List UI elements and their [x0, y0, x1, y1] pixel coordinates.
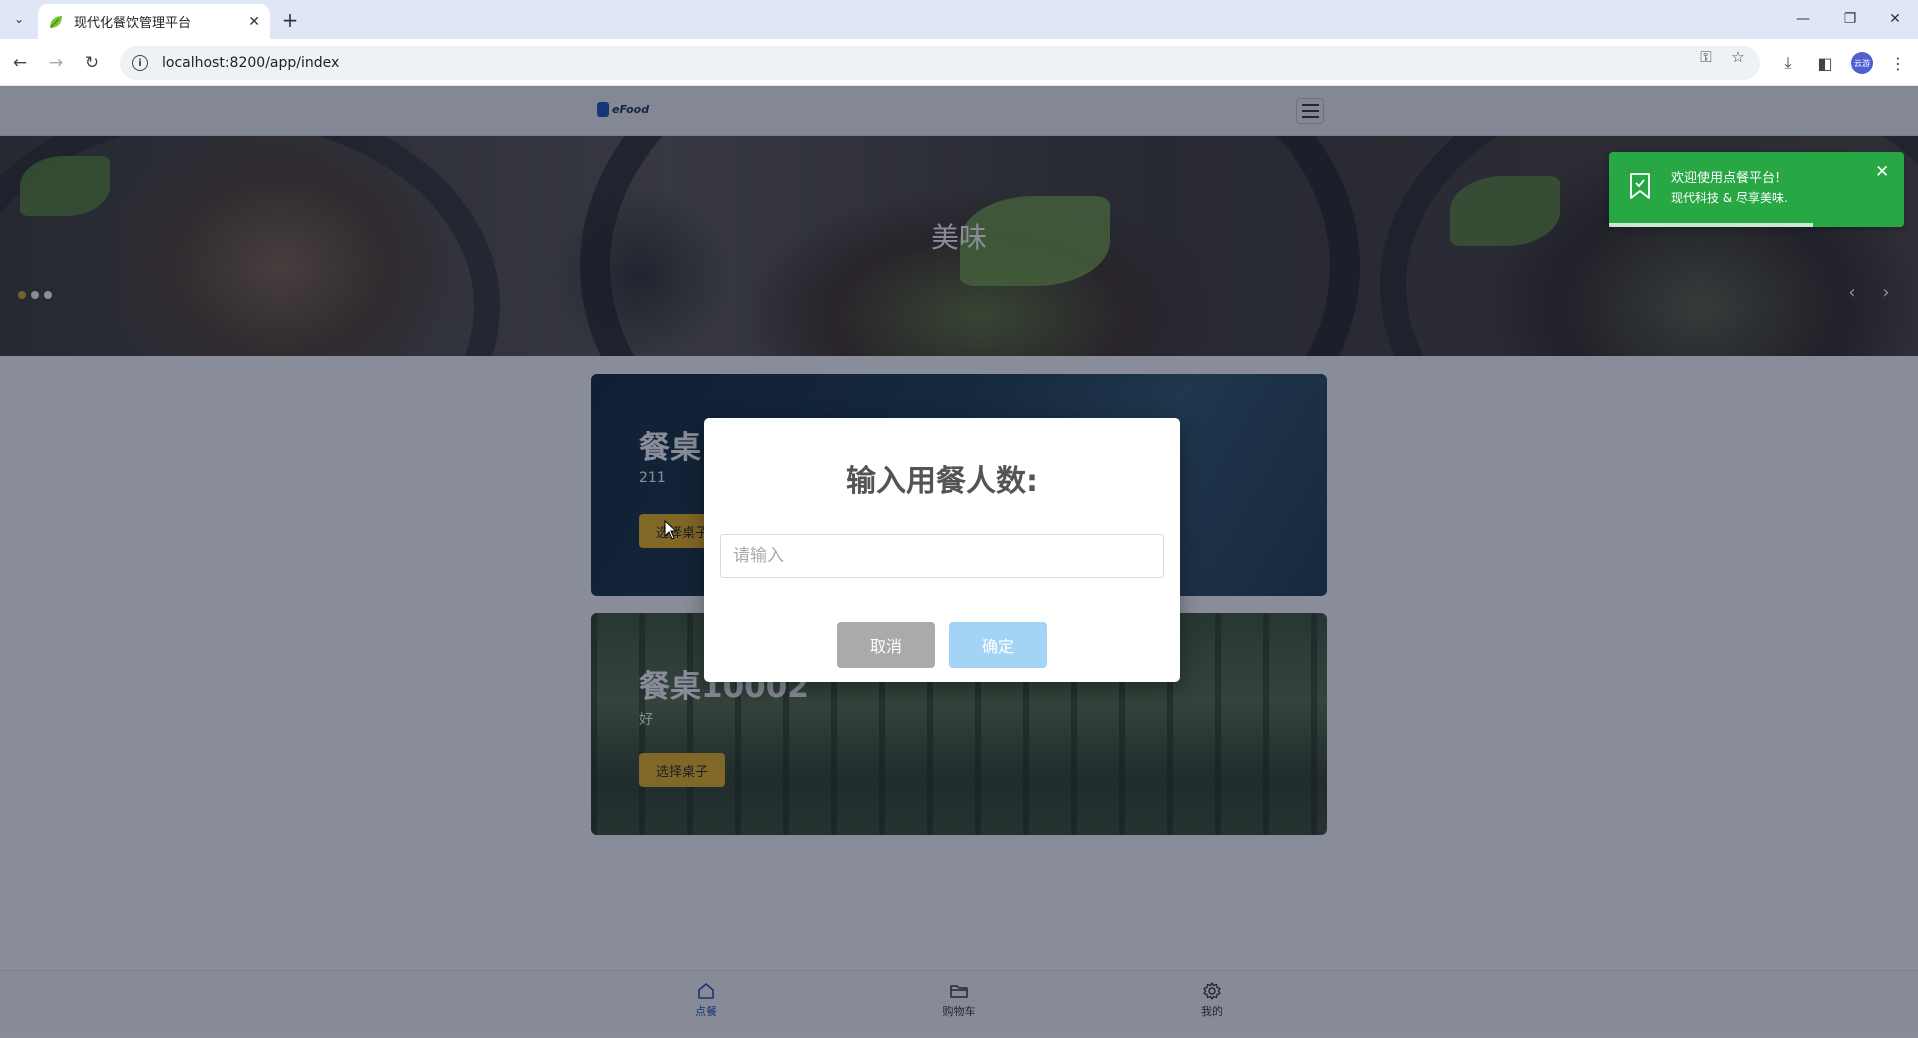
cancel-button[interactable]: 取消: [837, 622, 935, 668]
tab-list-chevron-icon[interactable]: ⌄: [8, 8, 30, 30]
side-panel-icon[interactable]: ◧: [1813, 51, 1837, 75]
url-text[interactable]: localhost:8200/app/index: [162, 55, 339, 71]
new-tab-plus-icon[interactable]: +: [278, 8, 302, 32]
window-close-icon[interactable]: ✕: [1880, 8, 1910, 30]
dialog-title: 输入用餐人数:: [846, 464, 1038, 499]
restore-icon[interactable]: ❐: [1835, 8, 1865, 30]
download-icon[interactable]: ⤓: [1776, 51, 1800, 75]
mouse-cursor-icon: [664, 520, 678, 540]
welcome-toast: 欢迎使用点餐平台! 现代科技 & 尽享美味. ✕: [1609, 152, 1904, 227]
profile-avatar[interactable]: 云游: [1851, 52, 1873, 74]
site-info-icon[interactable]: i: [132, 55, 148, 71]
leaf-favicon-icon: [50, 15, 62, 28]
browser-tab-bar: ⌄ 现代化餐饮管理平台 ✕ + — ❐ ✕: [0, 0, 1918, 39]
toast-close-icon[interactable]: ✕: [1875, 162, 1889, 182]
guest-count-input[interactable]: [720, 534, 1164, 578]
tab-close-icon[interactable]: ✕: [248, 14, 260, 30]
browser-tab[interactable]: 现代化餐饮管理平台 ✕: [38, 4, 270, 39]
toast-message: 现代科技 & 尽享美味.: [1671, 191, 1788, 205]
reload-icon[interactable]: ↻: [80, 51, 104, 75]
page-viewport: eFood 美味 ‹ › 餐桌 211 选择桌子 餐桌10002 好 选择桌子: [0, 86, 1918, 1038]
guest-count-dialog: 输入用餐人数: 取消 确定: [704, 418, 1180, 682]
bookmark-icon: [1630, 173, 1650, 199]
confirm-button[interactable]: 确定: [949, 622, 1047, 668]
bookmark-star-icon[interactable]: ☆: [1728, 47, 1748, 67]
minimize-icon[interactable]: —: [1788, 8, 1818, 30]
url-omnibox[interactable]: i localhost:8200/app/index: [120, 46, 1760, 80]
tab-title: 现代化餐饮管理平台: [74, 16, 192, 31]
back-arrow-icon[interactable]: ←: [8, 51, 32, 75]
toast-progress-bar: [1609, 223, 1813, 227]
menu-kebab-icon[interactable]: ⋮: [1886, 51, 1910, 75]
forward-arrow-icon[interactable]: →: [44, 51, 68, 75]
address-bar-row: ← → ↻ i localhost:8200/app/index ⚿ ☆ ⤓ ◧…: [0, 39, 1918, 86]
key-icon[interactable]: ⚿: [1696, 47, 1716, 67]
toast-title: 欢迎使用点餐平台!: [1671, 171, 1781, 186]
